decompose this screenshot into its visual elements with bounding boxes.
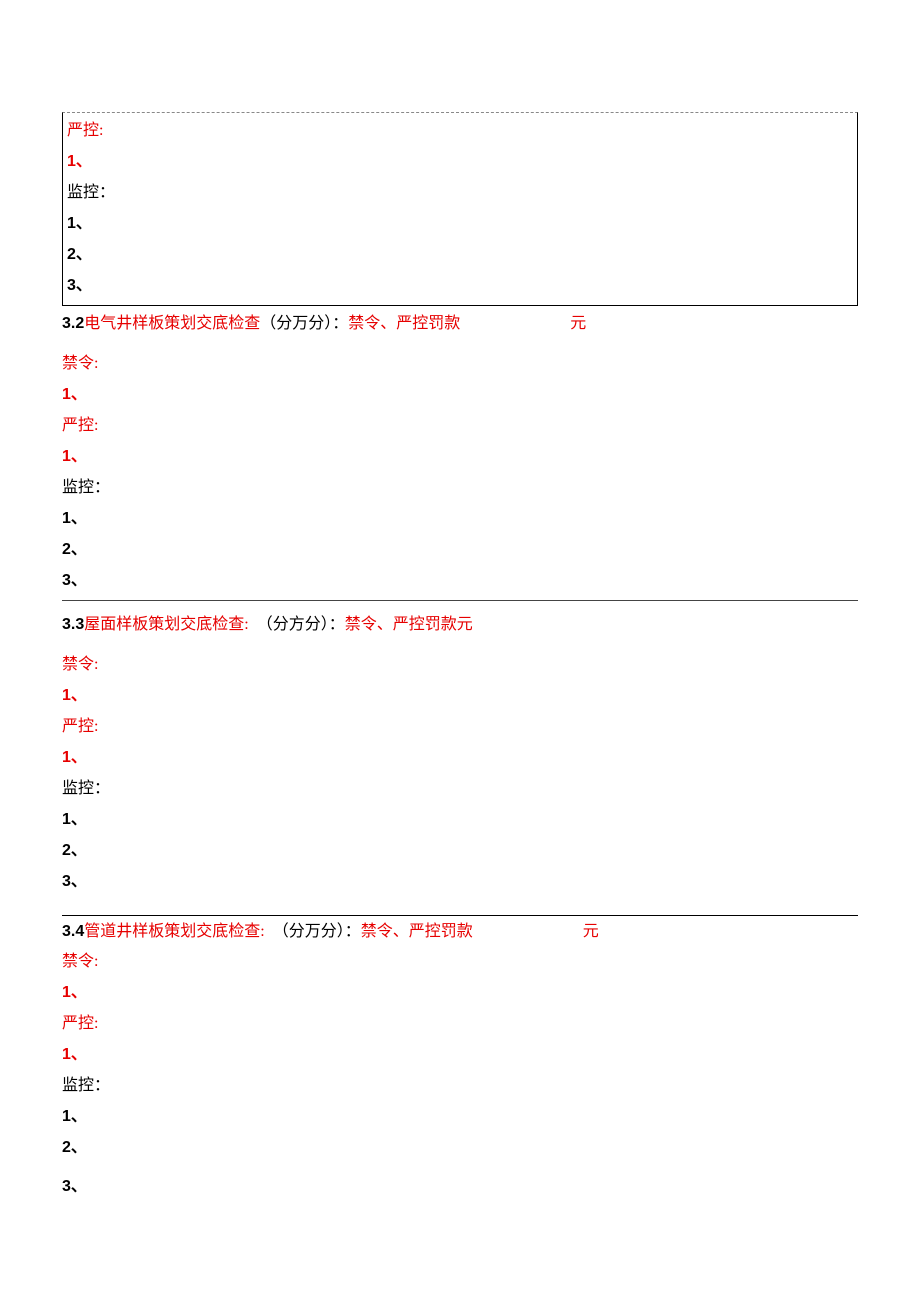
list-num-1: 1、 xyxy=(67,153,92,170)
list-num-2: 2、 xyxy=(62,842,87,859)
section-title-red-a: 屋面样板策划交底检查: xyxy=(84,611,248,639)
section-title-black: （分方分）： xyxy=(257,611,345,639)
list-num-1: 1、 xyxy=(62,510,87,527)
list-num-1: 1、 xyxy=(62,1046,87,1063)
label-jiankong: 监控： xyxy=(62,472,858,503)
label-jiankong: 监控： xyxy=(62,1070,858,1101)
list-num-2: 2、 xyxy=(62,541,87,558)
section-title-red-a: 管道井样板策划交底检查: xyxy=(84,918,264,946)
label-jiankong: 监控： xyxy=(62,773,858,804)
section-title-red-b: 禁令、严控罚款 xyxy=(348,310,460,338)
list-num-1: 1、 xyxy=(62,984,87,1001)
section-title-red-b: 禁令、严控罚款 xyxy=(361,918,473,946)
section-heading-3-4: 3.4 管道井样板策划交底检查: （分万分）： 禁令、严控罚款 元 xyxy=(62,918,858,946)
section-body-3-2: 禁令: 1、 严控: 1、 监控： 1、 2、 3、 xyxy=(62,348,858,596)
list-num-2: 2、 xyxy=(62,1139,87,1156)
list-num-3: 3、 xyxy=(62,873,87,890)
list-num-1: 1、 xyxy=(62,386,87,403)
document-page: 严控: 1、 监控： 1、 2、 3、 3.2 电气井样板策划交底检查 （分万分… xyxy=(0,0,920,1262)
section-yuan: 元 xyxy=(570,310,586,338)
section-title-red-b: 禁令、严控罚款元 xyxy=(345,611,473,639)
section-title-black: （分万分）： xyxy=(260,310,348,338)
list-num-3: 3、 xyxy=(62,572,87,589)
section-heading-3-3: 3.3 屋面样板策划交底检查: （分方分）： 禁令、严控罚款元 xyxy=(62,611,858,639)
label-jinling: 禁令: xyxy=(62,348,858,379)
label-jiankong: 监控： xyxy=(67,177,853,208)
list-num-3: 3、 xyxy=(67,277,92,294)
divider xyxy=(62,600,858,601)
section-number: 3.2 xyxy=(62,310,84,338)
section-body-3-4: 禁令: 1、 严控: 1、 监控： 1、 2、 3、 xyxy=(62,946,858,1202)
label-yankong: 严控: xyxy=(62,1008,858,1039)
list-num-1: 1、 xyxy=(62,811,87,828)
list-num-1: 1、 xyxy=(62,1108,87,1125)
section-yuan: 元 xyxy=(583,918,599,946)
section-number: 3.4 xyxy=(62,918,84,946)
list-num-1: 1、 xyxy=(62,749,87,766)
list-num-1: 1、 xyxy=(62,448,87,465)
label-yankong: 严控: xyxy=(67,115,853,146)
list-num-1: 1、 xyxy=(62,687,87,704)
label-yankong: 严控: xyxy=(62,410,858,441)
label-jinling: 禁令: xyxy=(62,649,858,680)
divider-solid xyxy=(62,915,858,916)
section-title-red-a: 电气井样板策划交底检查 xyxy=(84,310,260,338)
section-box-top: 严控: 1、 监控： 1、 2、 3、 xyxy=(62,112,858,306)
section-heading-3-2: 3.2 电气井样板策划交底检查 （分万分）： 禁令、严控罚款 元 xyxy=(62,310,858,338)
section-body-3-3: 禁令: 1、 严控: 1、 监控： 1、 2、 3、 xyxy=(62,649,858,897)
list-num-3: 3、 xyxy=(62,1178,87,1195)
label-yankong: 严控: xyxy=(62,711,858,742)
list-num-1: 1、 xyxy=(67,215,92,232)
section-number: 3.3 xyxy=(62,611,84,639)
list-num-2: 2、 xyxy=(67,246,92,263)
section-title-black: （分万分）： xyxy=(273,918,361,946)
label-jinling: 禁令: xyxy=(62,946,858,977)
